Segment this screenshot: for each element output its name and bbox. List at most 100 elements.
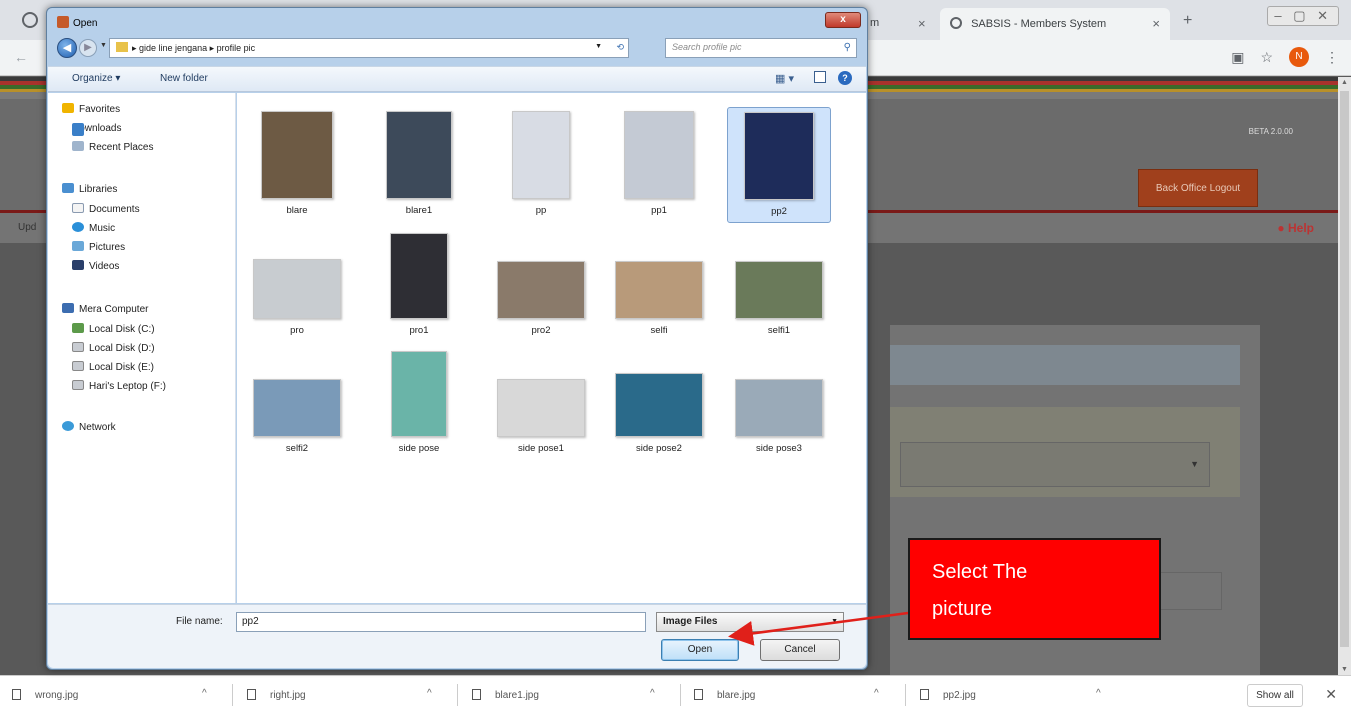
file-item[interactable]: pro [245,233,349,336]
translate-icon[interactable]: ▣ [1231,49,1244,66]
nav-libraries[interactable]: Libraries [62,183,117,195]
forward-arrow-icon[interactable]: ▶ [79,39,97,57]
scroll-up-icon[interactable]: ▲ [1341,79,1348,86]
nav-local-disk-c[interactable]: Local Disk (C:) [72,323,155,335]
open-button[interactable]: Open [661,639,739,661]
chevron-up-icon[interactable]: ^ [1096,688,1101,699]
nav-documents[interactable]: Documents [72,203,140,215]
address-bar[interactable]: ▸ gide line jengana ▸ profile pic ▼ ⟲ [109,38,629,58]
file-item[interactable]: pro1 [367,233,471,336]
file-item[interactable]: blare [245,111,349,216]
drive-icon [72,342,84,352]
download-item[interactable]: right.jpg ^ [247,676,432,713]
show-all-button[interactable]: Show all [1247,684,1303,707]
nav-favorites[interactable]: Favorites [62,103,120,115]
help-link[interactable]: ● Help [1277,221,1314,235]
page-scrollbar[interactable]: ▲ ▼ [1338,77,1351,675]
back-office-logout-button[interactable]: Back Office Logout [1138,169,1258,207]
chevron-down-icon[interactable]: ▼ [595,43,602,50]
close-icon[interactable]: ✕ [1325,686,1337,703]
nav-music[interactable]: Music [72,222,115,234]
nav-pictures[interactable]: Pictures [72,241,125,253]
search-input[interactable]: Search profile pic ⚲ [665,38,857,58]
file-item[interactable]: pp1 [607,111,711,216]
file-item[interactable]: side pose [367,351,471,454]
chevron-up-icon[interactable]: ^ [427,688,432,699]
file-item[interactable]: selfi [607,233,711,336]
star-icon [62,103,74,113]
file-item[interactable]: blare1 [367,111,471,216]
pictures-icon [72,241,84,251]
cancel-button[interactable]: Cancel [760,639,840,661]
help-label: Help [1287,221,1314,235]
file-type-select[interactable]: Image Files ▼ [656,612,844,632]
organize-button[interactable]: Organize ▾ [72,73,120,84]
drive-icon [72,380,84,390]
nav-label: Local Disk (D:) [89,343,155,354]
tab-title: SABSIS - Members System [971,18,1107,30]
file-item[interactable]: selfi2 [245,351,349,454]
new-tab-icon[interactable]: + [1183,12,1192,30]
scroll-down-icon[interactable]: ▼ [1341,666,1348,673]
app-icon [57,16,69,28]
tab-close-icon[interactable]: × [1152,16,1160,31]
nav-videos[interactable]: Videos [72,260,119,272]
file-item[interactable]: selfi1 [727,233,831,336]
nav-label: Documents [89,204,140,215]
chevron-up-icon[interactable]: ^ [874,688,879,699]
nav-link[interactable]: Upd [18,222,36,233]
file-item[interactable]: side pose1 [489,351,593,454]
open-file-dialog: Open x ◀ ▶ ▼ ▸ gide line jengana ▸ profi… [46,7,868,670]
nav-downloads[interactable]: Downloads [72,123,121,136]
browser-menu-icon[interactable] [22,12,38,28]
form-select[interactable]: ▼ [900,442,1210,487]
back-arrow-icon[interactable]: ← [14,49,28,65]
window-controls[interactable]: ‒ ▢ ✕ [1267,6,1339,26]
profile-avatar[interactable]: N [1289,47,1309,67]
nav-local-disk-d[interactable]: Local Disk (D:) [72,342,155,354]
download-item[interactable]: blare1.jpg ^ [472,676,655,713]
chevron-up-icon[interactable]: ^ [650,688,655,699]
refresh-icon[interactable]: ⟲ [616,42,624,53]
browser-tab-previous[interactable]: m × [860,8,935,40]
chevron-down-icon: ▼ [1190,459,1199,469]
image-thumbnail [735,379,823,437]
nav-recent-places[interactable]: Recent Places [72,141,153,153]
form-input[interactable] [1160,572,1222,610]
download-item[interactable]: pp2.jpg ^ [920,676,1101,713]
dialog-close-button[interactable]: x [825,12,861,28]
star-icon[interactable]: ☆ [1260,49,1273,66]
nav-computer[interactable]: Mera Computer [62,303,148,315]
navigation-pane: Favorites Downloads Recent Places Librar… [48,93,236,603]
scrollbar-thumb[interactable] [1340,91,1349,647]
tab-close-icon[interactable]: × [918,16,926,31]
search-placeholder: Search profile pic [672,42,742,52]
file-name: selfi [650,325,668,336]
download-item[interactable]: wrong.jpg ^ [12,676,207,713]
chevron-up-icon[interactable]: ^ [202,688,207,699]
recent-places-icon [72,141,84,151]
nav-local-disk-e[interactable]: Local Disk (E:) [72,361,154,373]
version-text: BETA 2.0.00 [1248,127,1293,136]
nav-network[interactable]: Network [62,421,116,433]
image-thumbnail [624,111,694,199]
file-name-field[interactable]: pp2 ▼ [236,612,663,632]
more-menu-icon[interactable]: ⋮ [1325,49,1339,66]
preview-pane-icon[interactable] [814,71,826,83]
search-icon[interactable]: ⚲ [844,42,851,53]
browser-tab-active[interactable]: SABSIS - Members System × [940,8,1170,40]
history-dropdown-icon[interactable]: ▼ [100,42,107,49]
nav-label: Videos [89,261,120,272]
help-icon[interactable]: ? [838,71,852,85]
nav-hari-leptop[interactable]: Hari's Leptop (F:) [72,380,166,392]
file-item[interactable]: pp [489,111,593,216]
download-item[interactable]: blare.jpg ^ [694,676,879,713]
back-arrow-icon[interactable]: ◀ [57,38,77,58]
file-item[interactable]: pro2 [489,233,593,336]
breadcrumb[interactable]: gide line jengana ▸ profile pic [139,43,255,53]
file-item-selected[interactable]: pp2 [727,107,831,223]
file-item[interactable]: side pose3 [727,351,831,454]
new-folder-button[interactable]: New folder [160,73,208,84]
views-icon[interactable]: ▦ ▾ [775,72,794,85]
file-item[interactable]: side pose2 [607,351,711,454]
